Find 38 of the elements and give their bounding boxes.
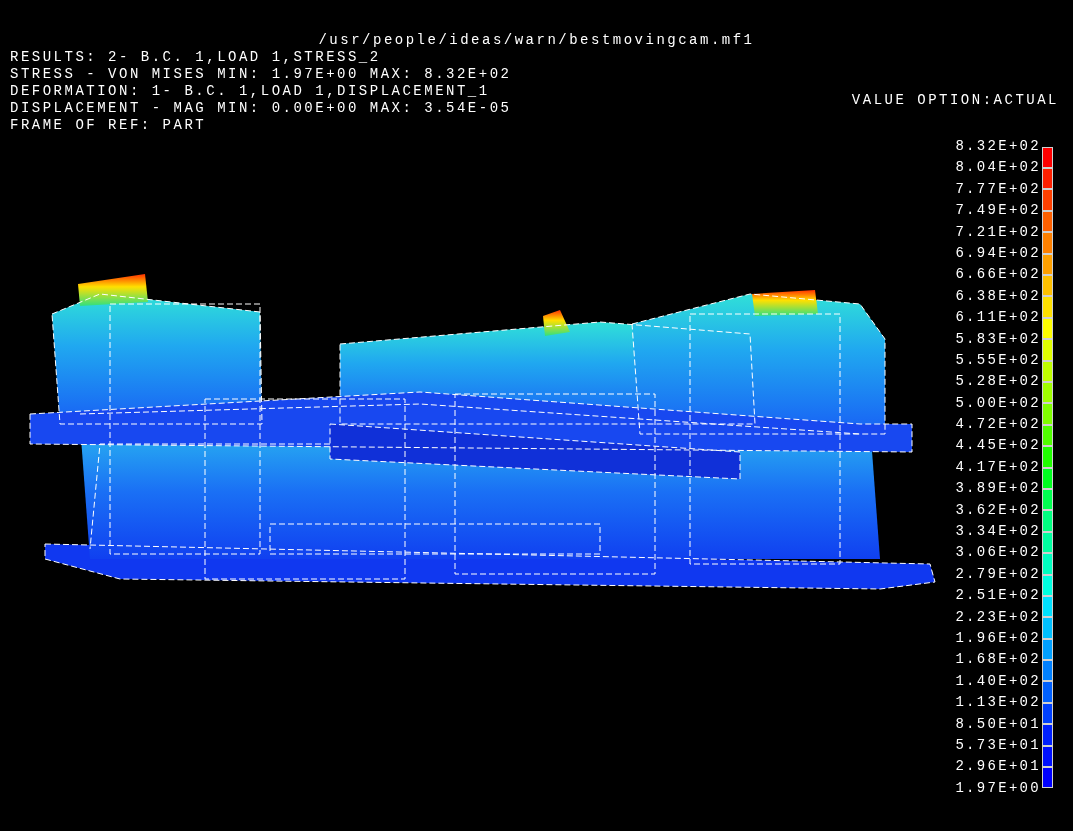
legend-value: 3.62E+02 [955, 500, 1041, 520]
window-title: /usr/people/ideas/warn/bestmovingcam.mf1 [318, 32, 755, 49]
legend-value: 7.77E+02 [955, 179, 1041, 199]
legend-value: 8.50E+01 [955, 714, 1041, 734]
legend-value: 1.13E+02 [955, 693, 1041, 713]
legend-value: 6.11E+02 [955, 308, 1041, 328]
info-line: DEFORMATION: 1- B.C. 1,LOAD 1,DISPLACEMENT_1 [10, 83, 491, 100]
info-line: DISPLACEMENT - MAG MIN: 0.00E+00 MAX: 3.54E-05 [10, 100, 512, 117]
legend-value: 3.06E+02 [955, 543, 1041, 563]
legend-value: 7.21E+02 [955, 222, 1041, 242]
legend-value: 4.17E+02 [955, 457, 1041, 477]
legend-value: 2.79E+02 [955, 564, 1041, 584]
legend-value: 5.83E+02 [955, 329, 1041, 349]
legend-value: 5.73E+01 [955, 735, 1041, 755]
info-line: FRAME OF REF: PART [10, 117, 208, 134]
legend-value: 4.72E+02 [955, 415, 1041, 435]
info-line: RESULTS: 2- B.C. 1,LOAD 1,STRESS_2 [10, 49, 382, 66]
legend-value: 3.89E+02 [955, 479, 1041, 499]
legend-value: 5.55E+02 [955, 350, 1041, 370]
legend-value: 5.00E+02 [955, 393, 1041, 413]
legend-value: 4.45E+02 [955, 436, 1041, 456]
legend-value: 2.51E+02 [955, 586, 1041, 606]
value-option-label: VALUE OPTION:ACTUAL [851, 92, 1059, 109]
legend-value: 3.34E+02 [955, 522, 1041, 542]
legend-value: 6.66E+02 [955, 265, 1041, 285]
legend-value: 8.04E+02 [955, 158, 1041, 178]
legend-value: 1.96E+02 [955, 629, 1041, 648]
legend-value: 5.28E+02 [955, 372, 1041, 392]
legend-value: 8.32E+02 [955, 137, 1041, 156]
legend-value: 7.49E+02 [955, 201, 1041, 221]
legend-value: 6.94E+02 [955, 243, 1041, 263]
info-line: STRESS - VON MISES MIN: 1.97E+00 MAX: 8.32E+02 [10, 66, 512, 83]
legend-value: 2.96E+01 [955, 757, 1041, 777]
legend-value: 2.23E+02 [955, 607, 1041, 627]
legend-value: 6.38E+02 [955, 286, 1041, 306]
legend-value: 1.40E+02 [955, 671, 1041, 691]
legend-value: 1.97E+00 [955, 778, 1041, 798]
legend-value: 1.68E+02 [955, 650, 1041, 670]
